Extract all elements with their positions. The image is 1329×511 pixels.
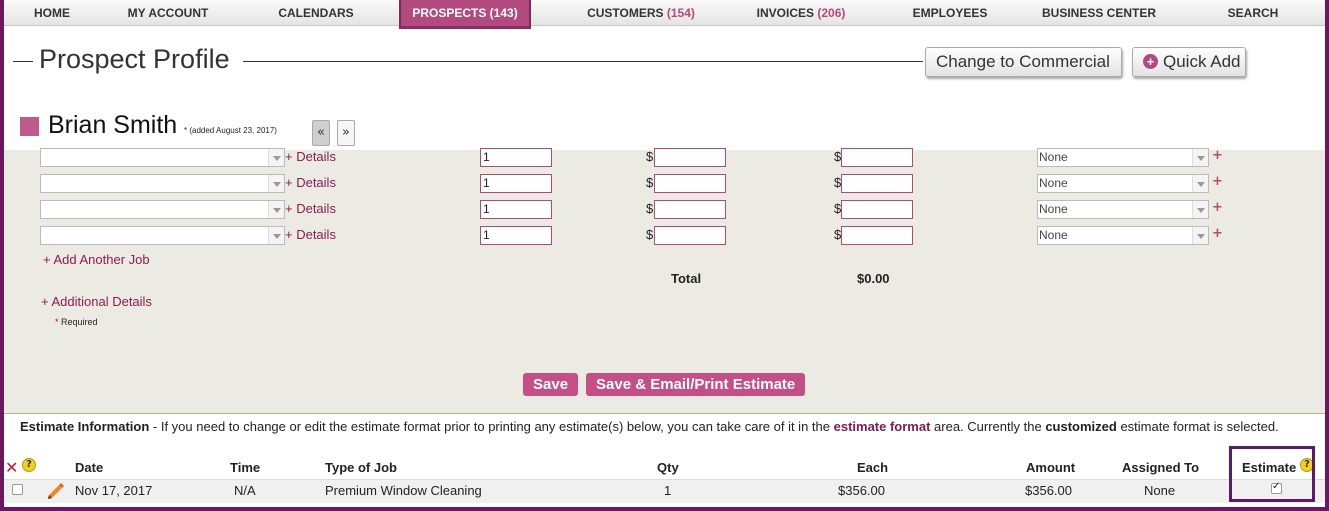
prospect-color-swatch <box>20 117 39 136</box>
nav-employees[interactable]: EMPLOYEES <box>905 0 995 26</box>
job-row: + Details 1 $ $ None + <box>4 148 1325 168</box>
nav-calendars[interactable]: CALENDARS <box>270 0 362 26</box>
row-date: Nov 17, 2017 <box>75 483 153 498</box>
add-another-job-link[interactable]: + Add Another Job <box>43 252 150 267</box>
assigned-select[interactable]: None <box>1037 174 1209 193</box>
quick-add-label: Quick Add <box>1163 52 1241 71</box>
each-currency: $ <box>646 227 654 242</box>
page-title: Prospect Profile <box>39 44 230 74</box>
row-each: $356.00 <box>838 483 885 498</box>
help-icon[interactable]: ? <box>1300 458 1314 472</box>
estimate-info: Estimate Information - If you need to ch… <box>20 419 1279 434</box>
chevron-down-icon <box>268 149 284 166</box>
added-date: * (added August 23, 2017) <box>184 126 277 135</box>
job-select[interactable] <box>40 200 285 219</box>
previous-prospect-button[interactable]: « <box>312 120 330 146</box>
each-currency: $ <box>646 201 654 216</box>
quick-add-button[interactable]: + Quick Add <box>1132 47 1246 77</box>
estimate-format-name: customized <box>1045 419 1117 434</box>
each-currency: $ <box>646 149 654 164</box>
row-select-checkbox[interactable] <box>12 484 23 495</box>
job-select[interactable] <box>40 174 285 193</box>
next-prospect-button[interactable]: » <box>337 120 355 146</box>
job-row: + Details 1 $ $ None + <box>4 226 1325 246</box>
col-qty: Qty <box>657 460 679 475</box>
assigned-select[interactable]: None <box>1037 200 1209 219</box>
prospect-name: Brian Smith <box>48 111 178 139</box>
qty-input[interactable]: 1 <box>480 200 552 219</box>
col-each: Each <box>857 460 889 475</box>
chevron-down-icon <box>268 201 284 218</box>
amount-input[interactable] <box>841 148 913 167</box>
details-link[interactable]: + Details <box>285 201 336 216</box>
nav-home[interactable]: HOME <box>14 0 90 26</box>
amount-input[interactable] <box>841 174 913 193</box>
col-amount: Amount <box>1026 460 1076 475</box>
amount-input[interactable] <box>841 226 913 245</box>
title-rule-left <box>13 61 33 62</box>
job-entry-area: + Details 1 $ $ None + + Details 1 $ $ N… <box>4 148 1325 414</box>
title-rule-right <box>243 61 923 62</box>
chevron-down-icon <box>1192 201 1208 218</box>
row-time: N/A <box>234 483 256 498</box>
col-date: Date <box>75 460 104 475</box>
assigned-select[interactable]: None <box>1037 148 1209 167</box>
estimate-checkbox[interactable] <box>1271 481 1282 494</box>
required-note: * Required <box>55 317 98 327</box>
each-input[interactable] <box>654 174 726 193</box>
job-row: + Details 1 $ $ None + <box>4 174 1325 194</box>
add-assignee-button[interactable]: + <box>1212 174 1223 189</box>
row-type: Premium Window Cleaning <box>325 483 482 498</box>
delete-x-icon[interactable]: ✕ <box>5 458 18 477</box>
main-nav: HOME MY ACCOUNT CALENDARS PROSPECTS (143… <box>0 0 1329 29</box>
row-qty: 1 <box>664 483 672 498</box>
assigned-select[interactable]: None <box>1037 226 1209 245</box>
add-assignee-button[interactable]: + <box>1212 200 1223 215</box>
each-input[interactable] <box>654 226 726 245</box>
job-select[interactable] <box>40 226 285 245</box>
nav-search[interactable]: SEARCH <box>1220 0 1286 26</box>
qty-input[interactable]: 1 <box>480 174 552 193</box>
nav-business-center[interactable]: BUSINESS CENTER <box>1038 0 1160 26</box>
save-button[interactable]: Save <box>523 373 579 396</box>
row-amount: $356.00 <box>1025 483 1072 498</box>
col-assigned: Assigned To <box>1122 460 1200 475</box>
help-icon[interactable]: ? <box>22 458 36 472</box>
estimate-info-title: Estimate Information <box>20 419 150 434</box>
chevron-down-icon <box>1192 149 1208 166</box>
total-label: Total <box>671 271 702 286</box>
nav-customers[interactable]: CUSTOMERS (154) <box>574 0 708 26</box>
job-row: + Details 1 $ $ None + <box>4 200 1325 220</box>
each-input[interactable] <box>654 200 726 219</box>
qty-input[interactable]: 1 <box>480 148 552 167</box>
qty-input[interactable]: 1 <box>480 226 552 245</box>
add-assignee-button[interactable]: + <box>1212 148 1223 163</box>
pencil-edit-icon[interactable] <box>46 481 66 503</box>
nav-my-account[interactable]: MY ACCOUNT <box>118 0 218 26</box>
plus-circle-icon: + <box>1143 54 1158 69</box>
additional-details-link[interactable]: + Additional Details <box>41 294 152 309</box>
row-assigned: None <box>1144 483 1176 498</box>
save-email-print-estimate-button[interactable]: Save & Email/Print Estimate <box>586 373 806 396</box>
chevron-down-icon <box>268 175 284 192</box>
job-select[interactable] <box>40 148 285 167</box>
nav-prospects[interactable]: PROSPECTS (143) <box>399 0 531 29</box>
add-assignee-button[interactable]: + <box>1212 226 1223 241</box>
each-currency: $ <box>646 175 654 190</box>
amount-input[interactable] <box>841 200 913 219</box>
total-value: $0.00 <box>857 271 890 286</box>
chevron-down-icon <box>268 227 284 244</box>
details-link[interactable]: + Details <box>285 227 336 242</box>
col-estimate: Estimate <box>1242 460 1297 475</box>
col-time: Time <box>230 460 261 475</box>
details-link[interactable]: + Details <box>285 175 336 190</box>
each-input[interactable] <box>654 148 726 167</box>
nav-invoices[interactable]: INVOICES (206) <box>748 0 854 26</box>
change-to-commercial-button[interactable]: Change to Commercial <box>925 47 1122 77</box>
col-type: Type of Job <box>325 460 397 475</box>
estimate-format-link[interactable]: estimate format <box>834 419 931 434</box>
chevron-down-icon <box>1192 175 1208 192</box>
chevron-down-icon <box>1192 227 1208 244</box>
details-link[interactable]: + Details <box>285 149 336 164</box>
